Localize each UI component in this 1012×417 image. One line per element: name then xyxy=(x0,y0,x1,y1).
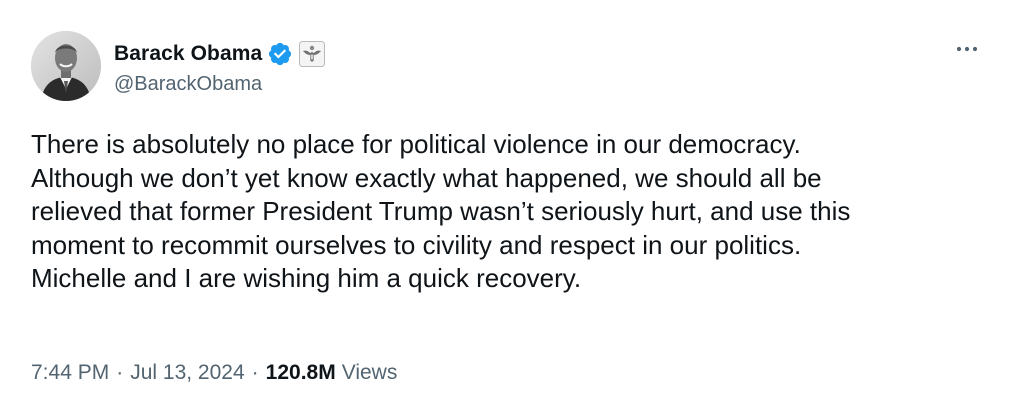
author-display-name[interactable]: Barack Obama xyxy=(114,42,262,66)
tweet-date[interactable]: Jul 13, 2024 xyxy=(130,361,244,385)
meta-separator: · xyxy=(251,361,259,384)
tweet-time[interactable]: 7:44 PM xyxy=(31,361,109,385)
tweet-meta: 7:44 PM · Jul 13, 2024 · 120.8M Views xyxy=(31,358,397,388)
tweet-card: Barack Obama @BarackObama There is absol… xyxy=(0,0,1012,417)
name-row: Barack Obama xyxy=(114,37,326,71)
author-avatar[interactable] xyxy=(31,31,101,101)
author-handle[interactable]: @BarackObama xyxy=(114,73,325,96)
more-options-button[interactable] xyxy=(949,34,985,64)
meta-separator: · xyxy=(116,361,124,384)
more-horizontal-icon xyxy=(956,46,978,52)
verified-badge-icon[interactable] xyxy=(267,41,293,67)
author-identity: Barack Obama @BarackObama xyxy=(114,31,326,101)
government-seal-icon[interactable] xyxy=(299,40,326,67)
tweet-header: Barack Obama @BarackObama xyxy=(31,31,326,101)
avatar-photo xyxy=(31,31,101,101)
views-label: Views xyxy=(341,361,398,384)
tweet-text: There is absolutely no place for politic… xyxy=(31,129,851,293)
views-count: 120.8M xyxy=(265,361,336,384)
